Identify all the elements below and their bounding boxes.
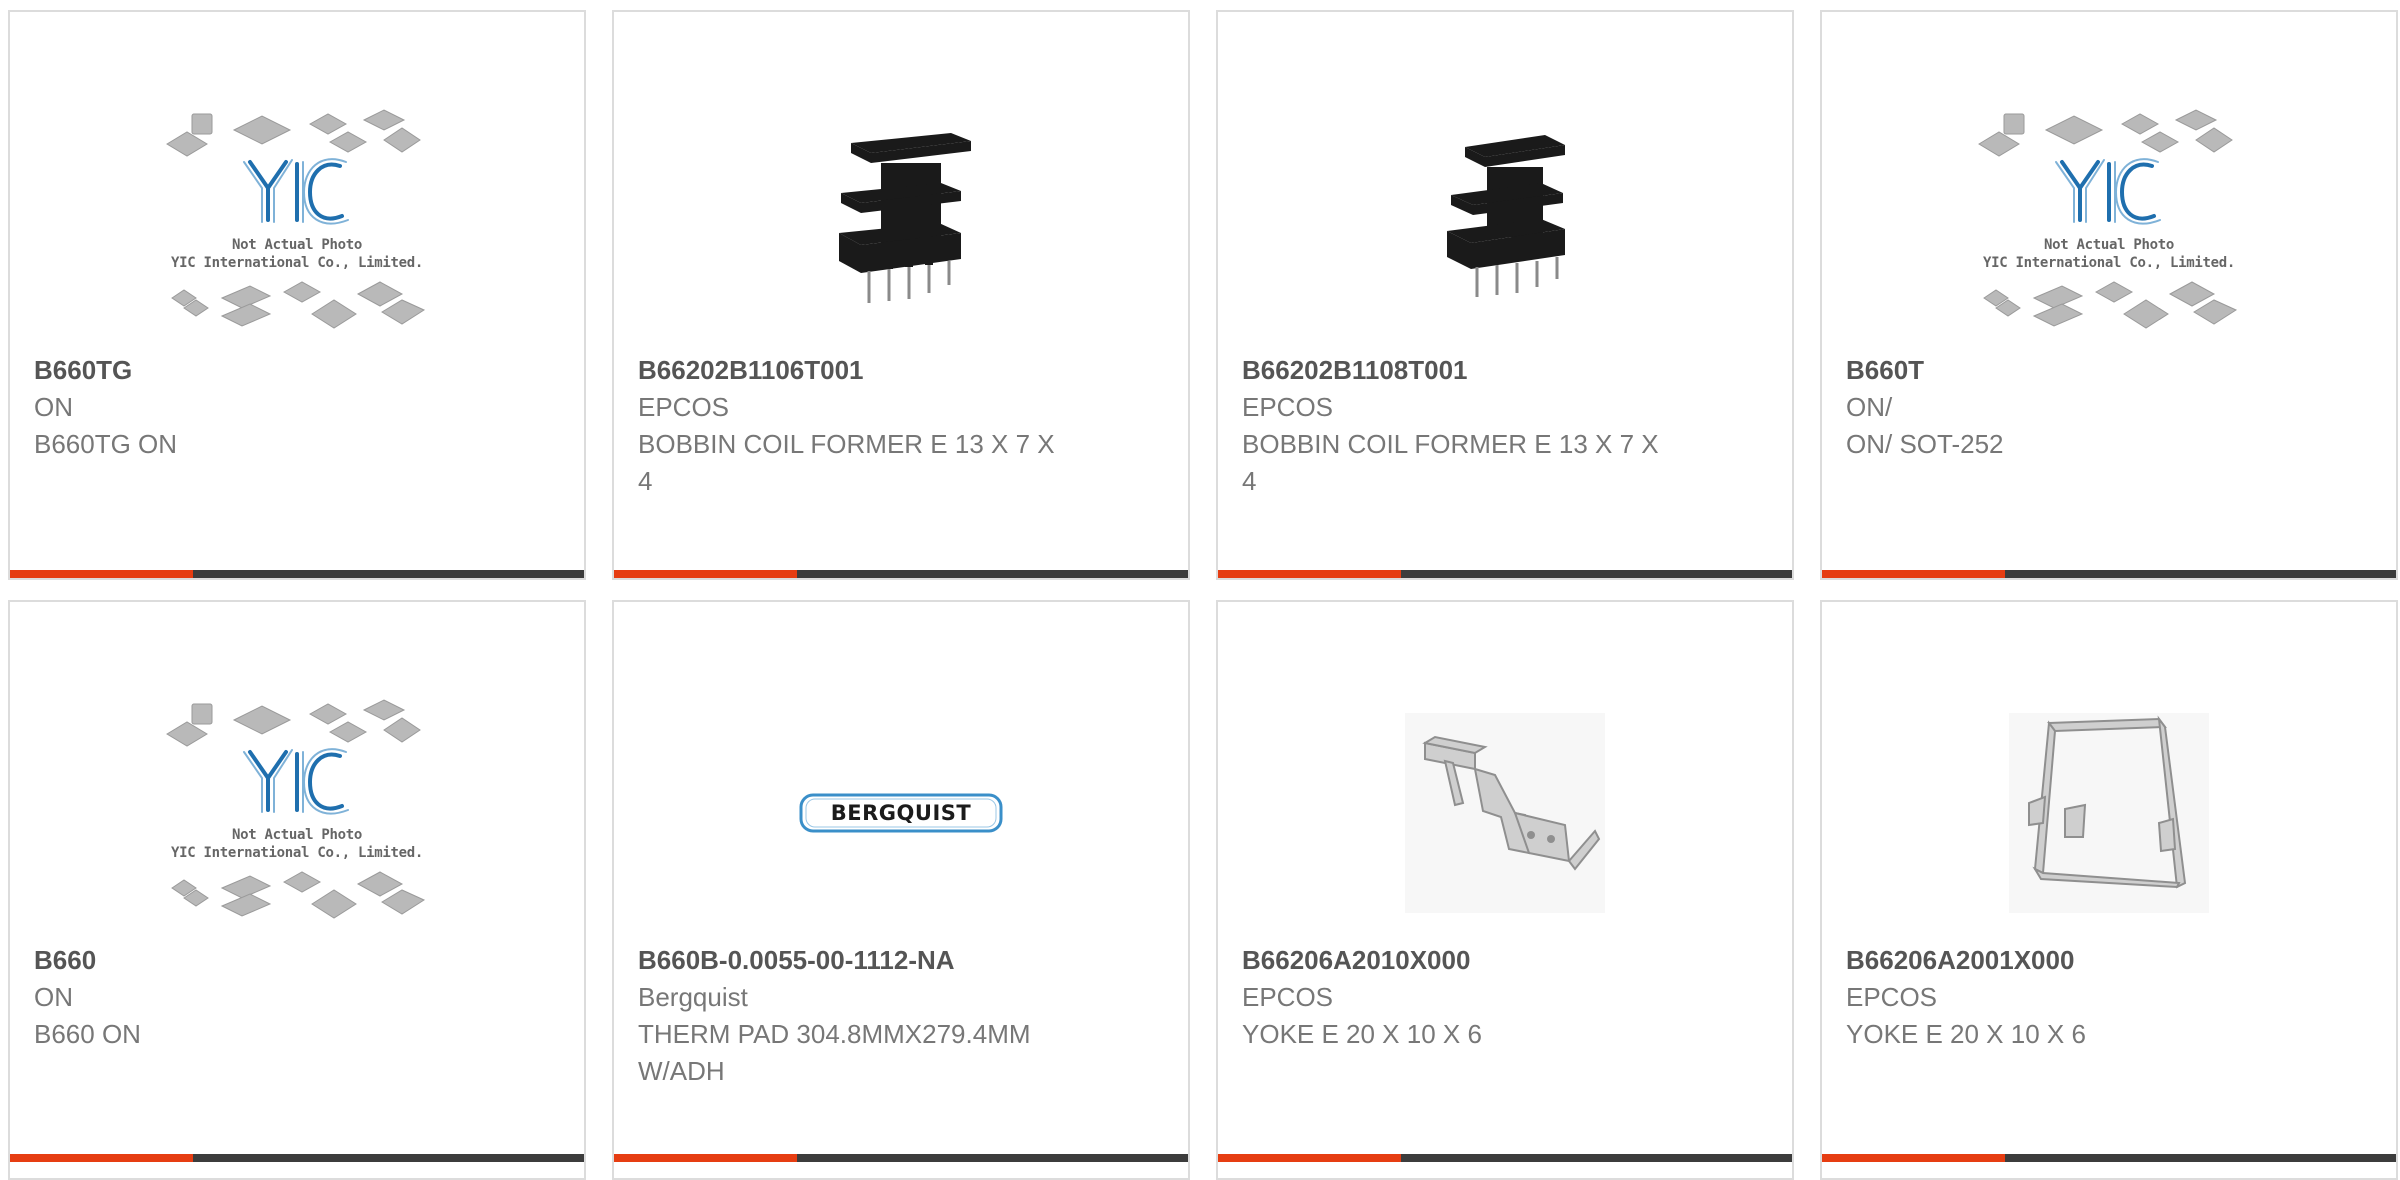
product-description: BOBBIN COIL FORMER E 13 X 7 X 4	[638, 429, 1055, 496]
yic-placeholder-image: Not Actual Photo YIC International Co., …	[162, 692, 432, 937]
caption-line: Not Actual Photo	[231, 827, 363, 843]
product-info: B66206A2001X000 EPCOS YOKE E 20 X 10 X 6	[1846, 942, 2266, 1053]
yic-placeholder-image: Not Actual Photo YIC International Co., …	[1974, 102, 2244, 347]
product-image: BERGQUIST	[614, 682, 1188, 944]
product-description: BOBBIN COIL FORMER E 13 X 7 X 4	[1242, 429, 1659, 496]
part-number[interactable]: B660	[34, 942, 454, 979]
part-number[interactable]: B66206A2001X000	[1846, 942, 2266, 979]
product-card[interactable]: Not Actual Photo YIC International Co., …	[1820, 10, 2398, 580]
product-info: B660 ON B660 ON	[34, 942, 454, 1053]
logo-text: BERGQUIST	[830, 801, 972, 825]
bobbin-coil-former-icon	[1447, 135, 1565, 297]
card-bottom-bar	[1822, 1154, 2396, 1162]
chip-packages-icon	[166, 109, 426, 329]
card-accent	[10, 570, 193, 578]
part-number[interactable]: B66206A2010X000	[1242, 942, 1662, 979]
card-accent	[10, 1154, 193, 1162]
card-accent	[614, 570, 797, 578]
product-image: Not Actual Photo YIC International Co., …	[10, 687, 584, 942]
product-description: B660TG ON	[34, 429, 178, 459]
product-description: B660 ON	[34, 1019, 141, 1049]
placeholder-caption: Not Actual Photo YIC International Co., …	[162, 236, 432, 272]
yic-placeholder-image: Not Actual Photo YIC International Co., …	[162, 102, 432, 347]
metal-yoke-clip-icon	[1405, 713, 1605, 913]
brand-name: ON	[34, 982, 73, 1012]
product-description: THERM PAD 304.8MMX279.4MM W/ADH	[638, 1019, 1031, 1086]
card-accent	[614, 1154, 797, 1162]
product-info: B660TG ON B660TG ON	[34, 352, 454, 463]
brand-name: Bergquist	[638, 982, 748, 1012]
card-accent	[1218, 570, 1401, 578]
product-card[interactable]: B66206A2010X000 EPCOS YOKE E 20 X 10 X 6	[1216, 600, 1794, 1180]
product-card[interactable]: B66202B1106T001 EPCOS BOBBIN COIL FORMER…	[612, 10, 1190, 580]
card-bottom-bar	[614, 1154, 1188, 1162]
card-bottom-bar	[1218, 1154, 1792, 1162]
product-image	[614, 92, 1188, 354]
part-number[interactable]: B660TG	[34, 352, 454, 389]
caption-line: Not Actual Photo	[231, 237, 363, 253]
product-card[interactable]: Not Actual Photo YIC International Co., …	[8, 10, 586, 580]
card-accent	[1822, 1154, 2005, 1162]
product-image: Not Actual Photo YIC International Co., …	[10, 97, 584, 352]
caption-line: YIC International Co., Limited.	[1983, 255, 2235, 271]
product-description: YOKE E 20 X 10 X 6	[1846, 1019, 2086, 1049]
brand-name: EPCOS	[1242, 392, 1334, 422]
product-description: YOKE E 20 X 10 X 6	[1242, 1019, 1482, 1049]
caption-line: Not Actual Photo	[2043, 237, 2175, 253]
chip-packages-icon	[166, 699, 426, 919]
part-number[interactable]: B660T	[1846, 352, 2266, 389]
card-bottom-bar	[10, 570, 584, 578]
brand-name: EPCOS	[1242, 982, 1334, 1012]
part-number[interactable]: B66202B1108T001	[1242, 352, 1662, 389]
brand-name: EPCOS	[638, 392, 730, 422]
card-bottom-bar	[10, 1154, 584, 1162]
product-image: Not Actual Photo YIC International Co., …	[1822, 97, 2396, 352]
product-description: ON/ SOT-252	[1846, 429, 2004, 459]
card-accent	[1218, 1154, 1401, 1162]
placeholder-caption: Not Actual Photo YIC International Co., …	[1974, 236, 2244, 272]
bobbin-coil-former-icon	[839, 133, 971, 303]
product-image	[1218, 92, 1792, 354]
product-card[interactable]: BERGQUIST B660B-0.0055-00-1112-NA Bergqu…	[612, 600, 1190, 1180]
brand-name: EPCOS	[1846, 982, 1938, 1012]
product-info: B660B-0.0055-00-1112-NA Bergquist THERM …	[638, 942, 1058, 1090]
brand-name: ON/	[1846, 392, 1893, 422]
product-image	[1218, 682, 1792, 944]
card-bottom-bar	[1218, 570, 1792, 578]
card-bottom-bar	[1822, 570, 2396, 578]
card-bottom-bar	[614, 570, 1188, 578]
chip-packages-icon	[1978, 109, 2238, 329]
placeholder-caption: Not Actual Photo YIC International Co., …	[162, 826, 432, 862]
caption-line: YIC International Co., Limited.	[171, 255, 423, 271]
metal-yoke-clip-icon	[2009, 713, 2209, 913]
card-accent	[1822, 570, 2005, 578]
brand-name: ON	[34, 392, 73, 422]
part-number[interactable]: B660B-0.0055-00-1112-NA	[638, 942, 1058, 979]
product-info: B66202B1106T001 EPCOS BOBBIN COIL FORMER…	[638, 352, 1058, 500]
product-info: B660T ON/ ON/ SOT-252	[1846, 352, 2266, 463]
product-card[interactable]: Not Actual Photo YIC International Co., …	[8, 600, 586, 1180]
part-number[interactable]: B66202B1106T001	[638, 352, 1058, 389]
product-card[interactable]: B66202B1108T001 EPCOS BOBBIN COIL FORMER…	[1216, 10, 1794, 580]
caption-line: YIC International Co., Limited.	[171, 845, 423, 861]
product-info: B66206A2010X000 EPCOS YOKE E 20 X 10 X 6	[1242, 942, 1662, 1053]
bergquist-logo: BERGQUIST	[614, 682, 1188, 944]
product-info: B66202B1108T001 EPCOS BOBBIN COIL FORMER…	[1242, 352, 1662, 500]
product-card[interactable]: B66206A2001X000 EPCOS YOKE E 20 X 10 X 6	[1820, 600, 2398, 1180]
product-grid: Not Actual Photo YIC International Co., …	[0, 0, 2400, 1180]
product-image	[1822, 682, 2396, 944]
